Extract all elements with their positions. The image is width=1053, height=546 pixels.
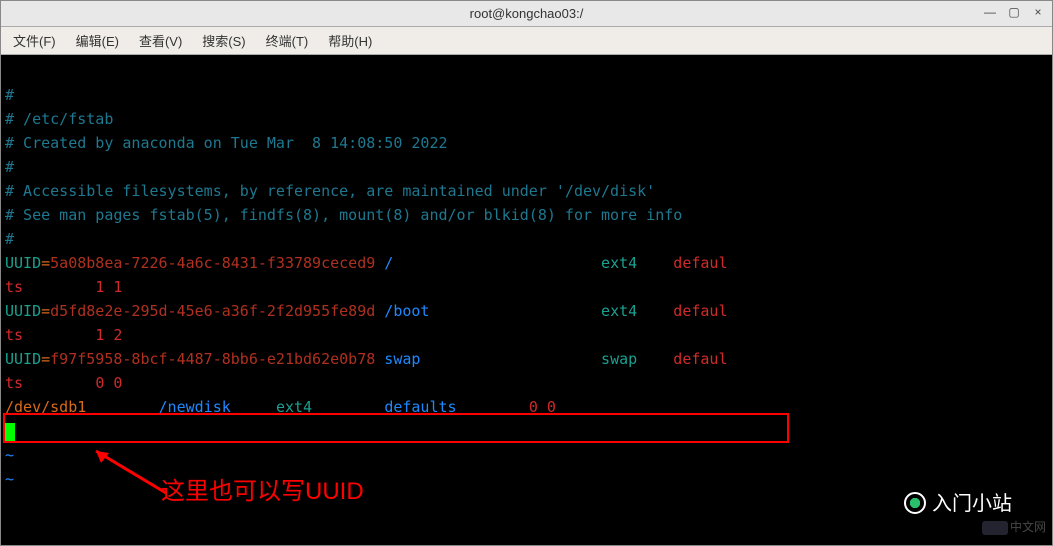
titlebar[interactable]: root@kongchao03:/ — ▢ ×	[1, 1, 1052, 27]
annotation-text: 这里也可以写UUID	[161, 473, 364, 511]
vim-tilde: ~	[5, 443, 1048, 467]
cursor	[5, 423, 15, 441]
menu-edit[interactable]: 编辑(E)	[72, 29, 123, 52]
uuid-key: UUID	[5, 302, 41, 320]
fstab-entry-wrap: ts 0 0	[5, 371, 1048, 395]
blank-line	[5, 59, 1048, 83]
maximize-button[interactable]: ▢	[1006, 4, 1022, 20]
minimize-button[interactable]: —	[982, 4, 998, 20]
uuid-key: UUID	[5, 350, 41, 368]
comment-line: # Created by anaconda on Tue Mar 8 14:08…	[5, 131, 1048, 155]
close-button[interactable]: ×	[1030, 4, 1046, 20]
fs-type: ext4	[276, 398, 312, 416]
comment-line: # Accessible filesystems, by reference, …	[5, 179, 1048, 203]
window-title: root@kongchao03:/	[470, 6, 584, 21]
menu-terminal[interactable]: 终端(T)	[262, 29, 313, 52]
options-tail: ts	[5, 326, 23, 344]
dump-pass: 1 2	[95, 326, 122, 344]
fstab-entry: UUID=5a08b8ea-7226-4a6c-8431-f33789ceced…	[5, 251, 1048, 275]
options-tail: ts	[5, 278, 23, 296]
menu-file[interactable]: 文件(F)	[9, 29, 60, 52]
watermark-secondary: 中文网	[982, 518, 1046, 537]
uuid-value: 5a08b8ea-7226-4a6c-8431-f33789ceced9	[50, 254, 375, 272]
fstab-entry: UUID=d5fd8e2e-295d-45e6-a36f-2f2d955fe89…	[5, 299, 1048, 323]
dump-pass: 0 0	[529, 398, 556, 416]
mount-point: swap	[384, 350, 420, 368]
options-head: defaul	[673, 254, 727, 272]
window-controls: — ▢ ×	[982, 4, 1046, 20]
comment-line: #	[5, 227, 1048, 251]
options: defaults	[384, 398, 456, 416]
options-head: defaul	[673, 350, 727, 368]
fs-type: ext4	[601, 254, 637, 272]
uuid-value: d5fd8e2e-295d-45e6-a36f-2f2d955fe89d	[50, 302, 375, 320]
fstab-new-entry: /dev/sdb1 /newdisk ext4 defaults 0 0	[5, 395, 1048, 419]
menu-search[interactable]: 搜索(S)	[198, 29, 249, 52]
comment-line: # /etc/fstab	[5, 107, 1048, 131]
comment-line: #	[5, 155, 1048, 179]
fstab-entry: UUID=f97f5958-8bcf-4487-8bb6-e21bd62e0b7…	[5, 347, 1048, 371]
uuid-key: UUID	[5, 254, 41, 272]
logo-icon	[904, 492, 926, 514]
uuid-value: f97f5958-8bcf-4487-8bb6-e21bd62e0b78	[50, 350, 375, 368]
options-head: defaul	[673, 302, 727, 320]
terminal-content[interactable]: # # /etc/fstab # Created by anaconda on …	[1, 55, 1052, 545]
menubar: 文件(F) 编辑(E) 查看(V) 搜索(S) 终端(T) 帮助(H)	[1, 27, 1052, 55]
fs-type: swap	[601, 350, 637, 368]
menu-help[interactable]: 帮助(H)	[324, 29, 376, 52]
fstab-entry-wrap: ts 1 1	[5, 275, 1048, 299]
fstab-entry-wrap: ts 1 2	[5, 323, 1048, 347]
menu-view[interactable]: 查看(V)	[135, 29, 186, 52]
cursor-line	[5, 419, 1048, 443]
comment-line: # See man pages fstab(5), findfs(8), mou…	[5, 203, 1048, 227]
watermark-logo: 入门小站	[904, 487, 1012, 519]
mount-point: /newdisk	[159, 398, 231, 416]
fs-type: ext4	[601, 302, 637, 320]
mount-point: /	[384, 254, 393, 272]
dump-pass: 1 1	[95, 278, 122, 296]
watermark-text-2: 中文网	[1010, 520, 1046, 534]
options-tail: ts	[5, 374, 23, 392]
dump-pass: 0 0	[95, 374, 122, 392]
comment-line: #	[5, 83, 1048, 107]
terminal-window: root@kongchao03:/ — ▢ × 文件(F) 编辑(E) 查看(V…	[0, 0, 1053, 546]
php-logo-icon	[982, 521, 1008, 535]
mount-point: /boot	[384, 302, 429, 320]
device-path: /dev/sdb1	[5, 398, 86, 416]
watermark-text: 入门小站	[932, 487, 1012, 519]
